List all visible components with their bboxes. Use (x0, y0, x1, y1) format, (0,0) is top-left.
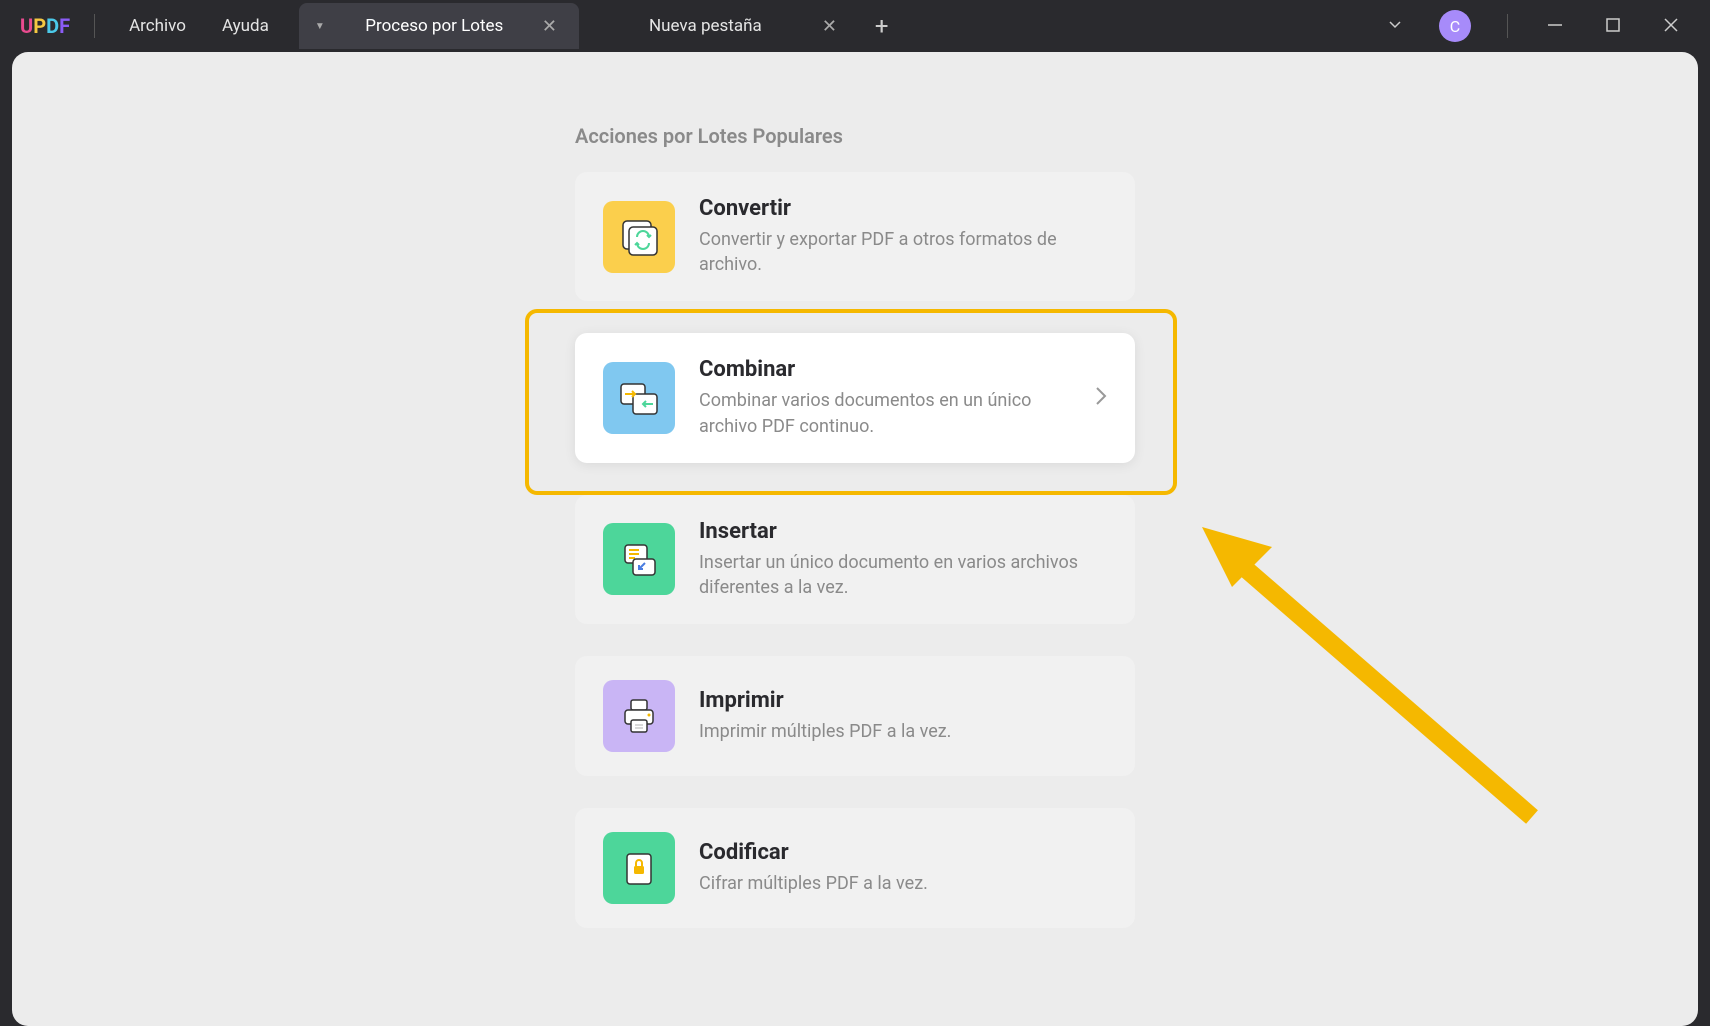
combine-icon (603, 362, 675, 434)
close-tab-icon[interactable]: ✕ (816, 14, 843, 39)
insert-icon (603, 523, 675, 595)
tab-batch-process[interactable]: ▼ Proceso por Lotes ✕ (299, 3, 579, 49)
tabs-container: ▼ Proceso por Lotes ✕ Nueva pestaña ✕ + (299, 3, 905, 49)
divider (1507, 14, 1508, 38)
maximize-button[interactable] (1586, 9, 1640, 44)
logo-letter-d: D (46, 14, 59, 38)
window-controls: C (1371, 8, 1698, 44)
close-tab-icon[interactable]: ✕ (536, 14, 563, 39)
card-title: Imprimir (699, 688, 1107, 713)
action-card-print[interactable]: Imprimir Imprimir múltiples PDF a la vez… (575, 656, 1135, 776)
action-card-convert[interactable]: Convertir Convertir y exportar PDF a otr… (575, 172, 1135, 301)
add-tab-button[interactable]: + (859, 4, 905, 48)
logo-letter-u: U (20, 14, 33, 38)
menu-help[interactable]: Ayuda (204, 8, 287, 44)
card-text: Convertir Convertir y exportar PDF a otr… (699, 196, 1107, 277)
print-icon (603, 680, 675, 752)
cards-list: Convertir Convertir y exportar PDF a otr… (12, 172, 1698, 928)
card-text: Codificar Cifrar múltiples PDF a la vez. (699, 840, 1107, 896)
card-text: Imprimir Imprimir múltiples PDF a la vez… (699, 688, 1107, 744)
encrypt-icon (603, 832, 675, 904)
chevron-right-icon (1095, 386, 1107, 411)
close-window-button[interactable] (1644, 9, 1698, 44)
card-title: Codificar (699, 840, 1107, 865)
tab-dropdown-icon[interactable]: ▼ (315, 21, 325, 32)
action-card-encrypt[interactable]: Codificar Cifrar múltiples PDF a la vez. (575, 808, 1135, 928)
section-title: Acciones por Lotes Populares (575, 124, 1135, 148)
card-desc: Cifrar múltiples PDF a la vez. (699, 871, 1107, 896)
card-title: Insertar (699, 519, 1107, 544)
divider (94, 14, 95, 38)
card-text: Combinar Combinar varios documentos en u… (699, 357, 1071, 438)
minimize-button[interactable] (1528, 9, 1582, 44)
card-desc: Combinar varios documentos en un único a… (699, 388, 1071, 438)
card-title: Convertir (699, 196, 1107, 221)
user-avatar[interactable]: C (1439, 10, 1471, 42)
tab-label: Proceso por Lotes (333, 16, 536, 36)
logo-letter-f: F (59, 14, 70, 38)
card-text: Insertar Insertar un único documento en … (699, 519, 1107, 600)
card-desc: Insertar un único documento en varios ar… (699, 550, 1107, 600)
card-desc: Convertir y exportar PDF a otros formato… (699, 227, 1107, 277)
chevron-down-icon[interactable] (1371, 8, 1419, 44)
card-desc: Imprimir múltiples PDF a la vez. (699, 719, 1107, 744)
content-area: Acciones por Lotes Populares Convertir C… (12, 52, 1698, 1026)
card-title: Combinar (699, 357, 1071, 382)
tab-label: Nueva pestaña (595, 16, 816, 36)
convert-icon (603, 201, 675, 273)
menu-file[interactable]: Archivo (111, 8, 204, 44)
action-card-insert[interactable]: Insertar Insertar un único documento en … (575, 495, 1135, 624)
tab-new[interactable]: Nueva pestaña ✕ (579, 3, 859, 49)
app-logo[interactable]: UPDF (12, 14, 78, 38)
title-bar: UPDF Archivo Ayuda ▼ Proceso por Lotes ✕… (0, 0, 1710, 52)
action-card-combine[interactable]: Combinar Combinar varios documentos en u… (575, 333, 1135, 462)
logo-letter-p: P (33, 14, 46, 38)
